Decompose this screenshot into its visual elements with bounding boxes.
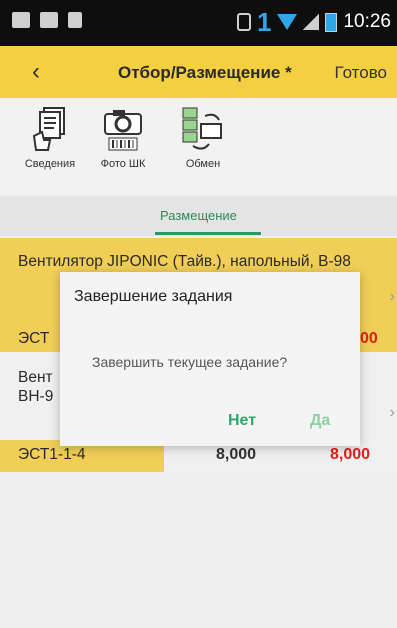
dialog-title: Завершение задания [74,288,233,305]
yes-button[interactable]: Да [310,412,330,430]
item-qty: 8,000 [216,446,257,463]
item-qty: 00 [360,330,378,347]
camera-barcode-icon [104,110,142,151]
android-icon [40,12,58,28]
status-bar: 1 10:26 [0,0,397,46]
tab-strip: Размещение [0,196,397,236]
exchange-icon [182,107,222,150]
details-label: Сведения [24,158,76,170]
chevron-right-icon: › [389,288,395,305]
page-title: Отбор/Размещение * [118,63,292,82]
dialog-message: Завершить текущее задание? [92,354,288,370]
details-button[interactable]: Сведения [15,106,85,170]
list-empty-area [0,472,397,628]
exchange-label: Обмен [185,158,221,170]
usb-icon [68,12,82,28]
chevron-right-icon: › [389,404,395,421]
tab-indicator [155,232,261,235]
battery-icon [325,12,338,32]
signal-icon [303,14,320,30]
confirm-dialog: Завершение задания Завершить текущее зад… [60,272,360,446]
back-button[interactable]: ‹ [32,58,40,86]
action-bar: ‹ Отбор/Размещение * Готово [0,46,397,98]
tab-placement[interactable]: Размещение [160,208,237,223]
done-button[interactable]: Готово [335,63,388,83]
no-button[interactable]: Нет [228,412,256,430]
bluetooth-icon [236,13,251,31]
item-qty-remaining: 8,000 [330,446,371,463]
clock: 10:26 [343,11,391,32]
photo-barcode-button[interactable]: Фото ШК [88,106,158,170]
notification-icon [12,12,30,28]
item-code: ЭСТ [18,330,50,347]
notification-count: 1 [256,7,272,37]
wifi-icon [277,14,298,30]
document-hand-icon [32,107,65,151]
photo-barcode-label: Фото ШК [100,158,146,170]
exchange-button[interactable]: Обмен [168,106,238,170]
item-title: Вентилятор JIPONIC (Тайв.), напольный, B… [18,253,351,270]
toolbar: Сведения Фото ШК Обмен [0,98,397,194]
item-code: ЭСТ1-1-4 [18,446,86,463]
